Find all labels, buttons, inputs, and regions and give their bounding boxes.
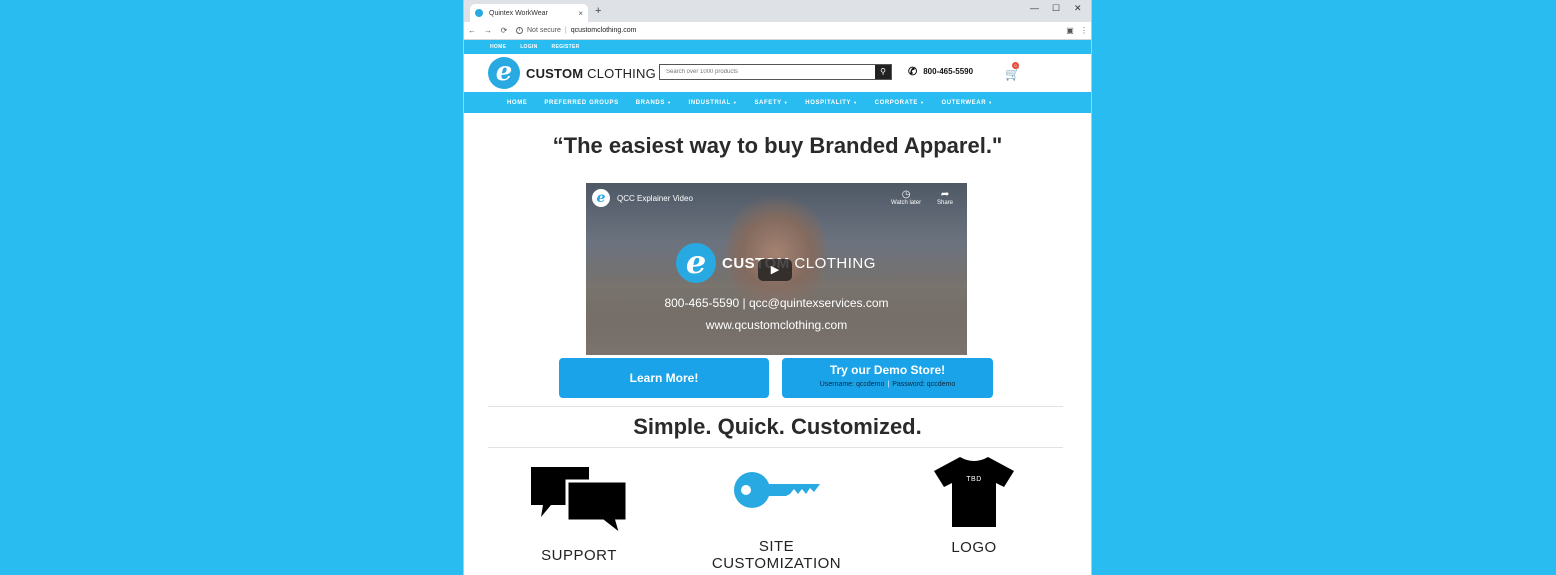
cart-icon[interactable]: 🛒 0 xyxy=(1005,62,1020,81)
chevron-down-icon: ▼ xyxy=(783,99,789,105)
nav-preferred-groups[interactable]: PREFERRED GROUPS xyxy=(544,100,618,106)
demo-store-button[interactable]: Try our Demo Store! Username: qccdemo | Pa… xyxy=(782,358,993,398)
top-nav: HOME LOGIN REGISTER xyxy=(464,40,1091,54)
maximize-button[interactable]: ☐ xyxy=(1052,3,1060,14)
chevron-down-icon: ▼ xyxy=(853,99,858,105)
chat-bubbles-icon xyxy=(531,467,629,537)
phone-number: 800-465-5590 xyxy=(923,67,974,76)
chevron-down-icon: ▼ xyxy=(919,99,925,105)
url-field[interactable]: i Not secure | qcustomclothing.com xyxy=(516,24,1057,38)
address-bar: ← → ⟳ i Not secure | qcustomclothing.com… xyxy=(464,22,1091,40)
logo-mark: e xyxy=(488,57,520,89)
security-label: Not secure xyxy=(527,27,561,34)
credentials-separator: | xyxy=(887,381,890,388)
clock-icon: ◷ xyxy=(901,189,911,200)
url-text: qcustomclothing.com xyxy=(570,27,637,34)
reload-icon[interactable]: ⟳ xyxy=(496,26,512,35)
video-header: e QCC Explainer Video xyxy=(592,189,693,207)
feature-site-customization: SITE CUSTOMIZATION xyxy=(694,468,859,572)
watch-later-label: Watch later xyxy=(891,200,922,206)
feature-logo: TBD LOGO xyxy=(919,455,1029,556)
menu-icon[interactable]: ⋮ xyxy=(1077,26,1091,35)
feature-support: SUPPORT xyxy=(524,465,634,564)
chevron-down-icon: ▼ xyxy=(666,99,672,105)
feature-logo-label: LOGO xyxy=(951,539,997,556)
new-tab-button[interactable]: + xyxy=(595,5,601,17)
watch-later-button[interactable]: ◷ Watch later xyxy=(891,189,921,206)
forward-icon[interactable]: → xyxy=(480,26,496,35)
demo-password: Password: qccdemo xyxy=(892,381,956,388)
minimize-button[interactable]: — xyxy=(1030,3,1039,13)
top-nav-login[interactable]: LOGIN xyxy=(520,44,537,50)
shirt-text: TBD xyxy=(966,476,982,483)
profile-icon[interactable]: ▣ xyxy=(1063,26,1077,35)
nav-outerwear[interactable]: OUTERWEAR ▼ xyxy=(942,100,993,106)
site-logo[interactable]: e CUSTOM CLOTHING xyxy=(488,57,656,89)
tab-close-icon[interactable]: × xyxy=(578,9,583,18)
browser-window: Quintex WorkWear × + — ☐ ✕ ← → ⟳ i Not s… xyxy=(463,0,1092,575)
play-icon[interactable]: ▶ xyxy=(758,259,792,281)
top-nav-register[interactable]: REGISTER xyxy=(552,44,580,50)
top-nav-home[interactable]: HOME xyxy=(490,44,506,50)
logo-text: CUSTOM CLOTHING xyxy=(526,66,656,81)
nav-industrial[interactable]: INDUSTRIAL ▼ xyxy=(689,100,738,106)
search-icon[interactable]: ⚲ xyxy=(875,65,891,79)
nav-brands-label: BRANDS xyxy=(635,99,665,106)
video-player[interactable]: e QCC Explainer Video ◷ Watch later ➦ Sh… xyxy=(586,183,967,355)
nav-brands[interactable]: BRANDS ▼ xyxy=(636,100,672,106)
favicon-icon xyxy=(475,9,483,17)
video-logo-text: CUSTOM CLOTHING xyxy=(722,255,876,272)
key-icon xyxy=(733,472,820,508)
tagline: Simple. Quick. Customized. xyxy=(633,414,922,439)
nav-hospitality[interactable]: HOSPITALITY ▼ xyxy=(805,100,857,106)
channel-avatar: e xyxy=(592,189,610,207)
tshirt-icon: TBD xyxy=(934,457,1014,527)
chevron-down-icon: ▼ xyxy=(988,99,993,105)
tab-strip: Quintex WorkWear × + — ☐ ✕ xyxy=(464,0,1091,22)
search-box: ⚲ xyxy=(659,64,892,80)
demo-store-title: Try our Demo Store! xyxy=(829,363,946,377)
nav-home[interactable]: HOME xyxy=(507,100,527,106)
video-contact-line: 800-465-5590 | qcc@quintexservices.com xyxy=(664,296,889,310)
nav-safety[interactable]: SAFETY ▼ xyxy=(754,100,788,106)
learn-more-button[interactable]: Learn More! xyxy=(559,358,769,398)
search-input[interactable] xyxy=(660,65,875,79)
nav-outerwear-label: OUTERWEAR xyxy=(941,99,987,106)
close-window-button[interactable]: ✕ xyxy=(1074,3,1082,14)
phone-contact: ✆ 800-465-5590 xyxy=(908,65,973,78)
main-nav: HOME PREFERRED GROUPS BRANDS ▼ INDUSTRIAL… xyxy=(464,92,1091,113)
site-header: e CUSTOM CLOTHING ⚲ ✆ 800-465-5590 🛒 0 xyxy=(464,54,1091,92)
tab-title: Quintex WorkWear xyxy=(489,9,548,17)
page-headline: “The easiest way to buy Branded Apparel.… xyxy=(552,133,1003,158)
share-label: Share xyxy=(937,200,954,206)
cart-count-badge: 0 xyxy=(1012,62,1019,69)
divider xyxy=(488,447,1063,448)
phone-icon: ✆ xyxy=(908,66,918,78)
nav-safety-label: SAFETY xyxy=(754,99,782,106)
main-content: “The easiest way to buy Branded Apparel.… xyxy=(464,113,1091,575)
video-website-line: www.qcustomclothing.com xyxy=(705,318,848,332)
share-icon: ➦ xyxy=(940,189,950,200)
share-button[interactable]: ➦ Share xyxy=(937,189,953,206)
divider xyxy=(488,406,1063,407)
nav-corporate[interactable]: CORPORATE ▼ xyxy=(875,100,925,106)
info-icon[interactable]: i xyxy=(516,27,523,34)
video-title: QCC Explainer Video xyxy=(617,193,693,203)
logo-word-custom: CUSTOM xyxy=(526,65,584,81)
demo-credentials: Username: qccdemo | Password: qccdemo xyxy=(782,381,993,388)
chevron-down-icon: ▼ xyxy=(732,99,738,105)
nav-corporate-label: CORPORATE xyxy=(874,99,918,106)
logo-word-clothing: CLOTHING xyxy=(587,65,656,81)
video-logo-word-clothing: CLOTHING xyxy=(794,254,876,272)
website: HOME LOGIN REGISTER e CUSTOM CLOTHING ⚲ … xyxy=(464,40,1091,575)
back-icon[interactable]: ← xyxy=(464,26,480,35)
url-separator: | xyxy=(564,27,567,34)
feature-support-label: SUPPORT xyxy=(541,547,617,564)
feature-site-customization-label: SITE CUSTOMIZATION xyxy=(711,538,842,572)
video-logo-mark: e xyxy=(676,243,716,283)
nav-hospitality-label: HOSPITALITY xyxy=(805,99,852,106)
nav-industrial-label: INDUSTRIAL xyxy=(688,99,731,106)
demo-username: Username: qccdemo xyxy=(819,381,885,388)
browser-tab[interactable]: Quintex WorkWear × xyxy=(470,4,588,22)
